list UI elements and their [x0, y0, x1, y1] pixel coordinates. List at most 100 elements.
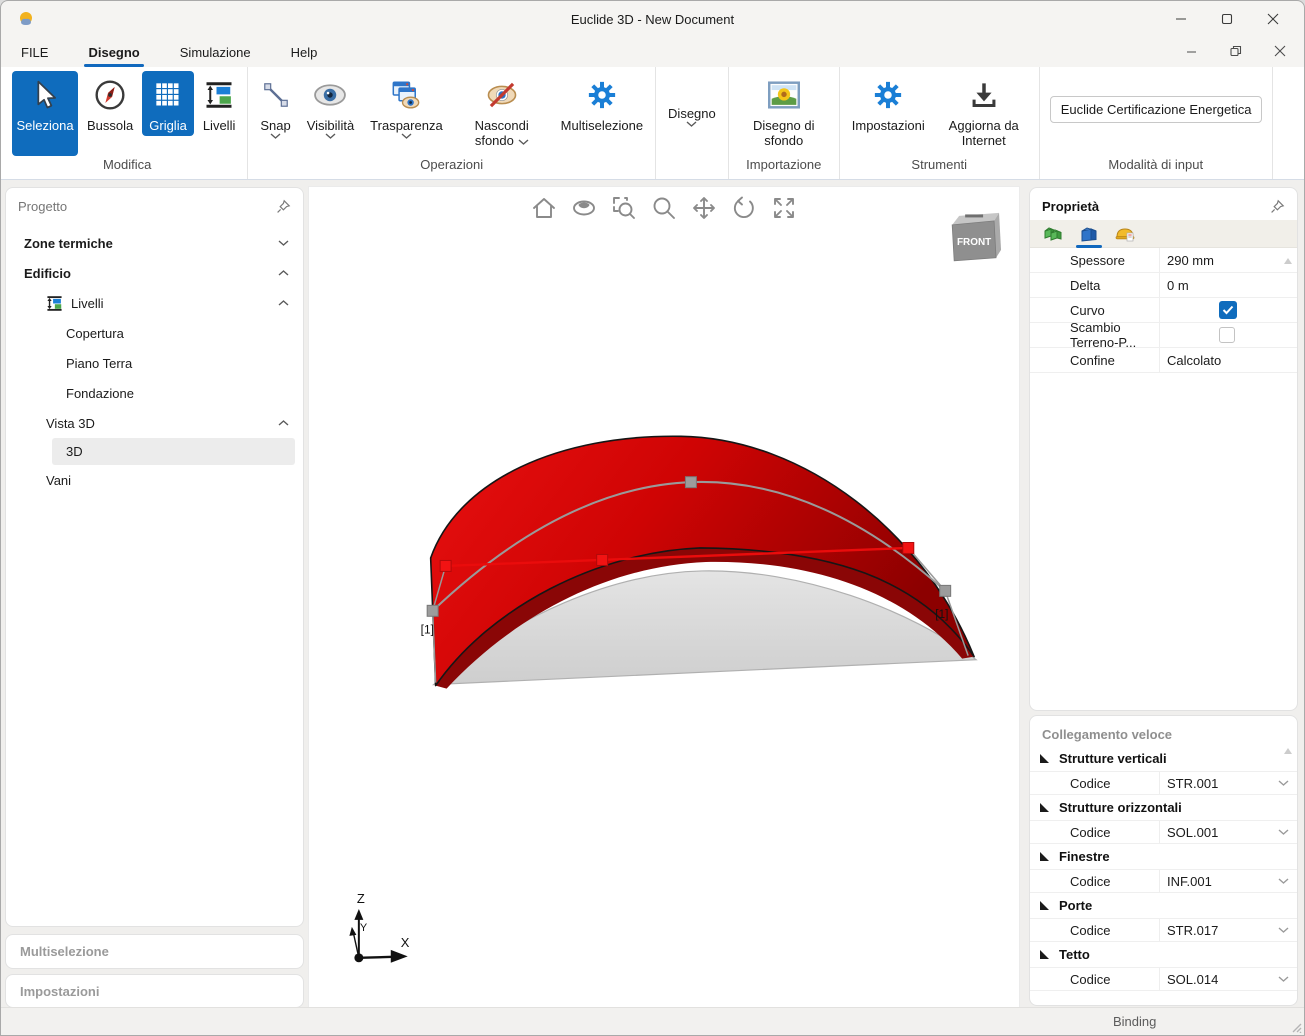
tree-item-livelli[interactable]: Livelli: [6, 288, 303, 318]
ribbon-group-strumenti: Impostazioni Aggiorna da Internet Strume…: [840, 67, 1040, 179]
tab-geometry[interactable]: [1076, 221, 1102, 247]
section-strutture-orizzontali[interactable]: Strutture orizzontali: [1030, 795, 1297, 821]
menu-disegno[interactable]: Disegno: [86, 41, 141, 64]
section-strutture-verticali[interactable]: Strutture verticali: [1030, 746, 1297, 772]
status-bar: Binding: [1, 1007, 1304, 1035]
ribbon: Seleziona Bussola Griglia: [1, 67, 1304, 180]
codice-row: Codice INF.001: [1030, 870, 1297, 893]
zoom-button[interactable]: [650, 194, 678, 222]
impostazioni-panel[interactable]: Impostazioni: [5, 974, 304, 1008]
green-cubes-icon: [1042, 224, 1064, 244]
tab-construction[interactable]: [1112, 221, 1138, 247]
scambio-terreno-checkbox[interactable]: [1219, 327, 1235, 343]
tree-item-edificio[interactable]: Edificio: [6, 258, 303, 288]
chevron-up-icon: [278, 300, 289, 306]
hide-background-icon: [486, 81, 518, 109]
finestre-codice-value[interactable]: INF.001: [1167, 874, 1212, 889]
bussola-button[interactable]: Bussola: [80, 71, 140, 136]
chevron-down-icon[interactable]: [1278, 976, 1289, 982]
viewport-3d[interactable]: [1] [1] Z Y X: [308, 186, 1020, 1009]
impostazioni-button[interactable]: Impostazioni: [845, 71, 932, 136]
codice-row: Codice SOL.001: [1030, 821, 1297, 844]
minimize-button[interactable]: [1158, 1, 1204, 37]
section-finestre[interactable]: Finestre: [1030, 844, 1297, 870]
str-orizzontali-codice-value[interactable]: SOL.001: [1167, 825, 1218, 840]
multiselezione-button[interactable]: Multiselezione: [554, 71, 650, 136]
visibility-view-button[interactable]: [570, 194, 598, 222]
chevron-down-icon[interactable]: [1278, 829, 1289, 835]
inner-restore-button[interactable]: [1226, 41, 1246, 61]
properties-panel-title: Proprietà: [1042, 199, 1099, 214]
gray-handle-right[interactable]: [940, 585, 951, 596]
nascondi-sfondo-button[interactable]: Nascondi sfondo: [452, 71, 552, 151]
pin-icon[interactable]: [1270, 199, 1285, 214]
download-icon: [970, 81, 998, 109]
spessore-value[interactable]: 290 mm: [1160, 248, 1297, 272]
tree-item-3d[interactable]: 3D: [52, 438, 295, 465]
chevron-down-icon[interactable]: [1278, 927, 1289, 933]
snap-button[interactable]: Snap: [253, 71, 297, 142]
section-porte[interactable]: Porte: [1030, 893, 1297, 919]
menu-help[interactable]: Help: [289, 41, 320, 64]
chevron-down-icon: [518, 139, 529, 145]
tree-item-piano-terra[interactable]: Piano Terra: [6, 348, 303, 378]
inner-minimize-button[interactable]: [1182, 41, 1202, 61]
status-binding-label: Binding: [1113, 1014, 1156, 1029]
tab-structures[interactable]: [1040, 221, 1066, 247]
gray-handle-top[interactable]: [685, 477, 696, 488]
inner-close-button[interactable]: [1270, 41, 1290, 61]
aggiorna-internet-button[interactable]: Aggiorna da Internet: [934, 71, 1034, 151]
viewport-3d-scene[interactable]: [1] [1] Z Y X: [309, 187, 1019, 1008]
trasparenza-button[interactable]: Trasparenza: [363, 71, 450, 142]
livelli-button[interactable]: Livelli: [196, 71, 243, 136]
tetto-codice-value[interactable]: SOL.014: [1167, 972, 1218, 987]
gray-handle-left[interactable]: [427, 605, 438, 616]
pan-button[interactable]: [690, 194, 718, 222]
close-button[interactable]: [1250, 1, 1296, 37]
disegno-di-sfondo-button[interactable]: Disegno di sfondo: [734, 71, 834, 151]
str-verticali-codice-value[interactable]: STR.001: [1167, 776, 1218, 791]
chevron-down-icon[interactable]: [1278, 878, 1289, 884]
chevron-down-icon[interactable]: [1278, 780, 1289, 786]
section-tetto[interactable]: Tetto: [1030, 942, 1297, 968]
axis-triad: Z Y X: [349, 891, 409, 963]
levels-icon: [46, 295, 63, 312]
multiselezione-panel[interactable]: Multiselezione: [5, 934, 304, 969]
visibilita-button[interactable]: Visibilità: [300, 71, 361, 142]
main-area: Progetto Zone termiche Edificio Livelli …: [1, 180, 1304, 1007]
handle-label-left: [1]: [421, 623, 434, 637]
tree-item-vani[interactable]: Vani: [6, 465, 303, 495]
maximize-button[interactable]: [1204, 1, 1250, 37]
scrollbar-up-arrow[interactable]: [1284, 748, 1292, 754]
red-handle-mid[interactable]: [597, 554, 608, 565]
viewport-toolbar: [309, 194, 1019, 222]
input-mode-select[interactable]: Euclide Certificazione Energetica: [1050, 96, 1262, 123]
axis-label-x: X: [401, 935, 410, 950]
ribbon-group-modifica: Seleziona Bussola Griglia: [7, 67, 248, 179]
red-handle-left[interactable]: [440, 560, 451, 571]
axis-label-y: Y: [360, 922, 368, 934]
tree-item-copertura[interactable]: Copertura: [6, 318, 303, 348]
menu-file[interactable]: FILE: [19, 41, 50, 64]
ribbon-group-label: Operazioni: [252, 157, 651, 179]
inner-window-controls: [1182, 41, 1290, 61]
resize-grip[interactable]: [1290, 1021, 1302, 1033]
delta-value[interactable]: 0 m: [1160, 273, 1297, 297]
curvo-checkbox[interactable]: [1219, 301, 1237, 319]
tree-item-fondazione[interactable]: Fondazione: [6, 378, 303, 408]
confine-value[interactable]: Calcolato: [1160, 348, 1297, 372]
disegno-dropdown-button[interactable]: Disegno: [661, 71, 723, 156]
tree-item-vista-3d[interactable]: Vista 3D: [6, 408, 303, 438]
rotate-view-button[interactable]: [730, 194, 758, 222]
porte-codice-value[interactable]: STR.017: [1167, 923, 1218, 938]
home-view-button[interactable]: [530, 194, 558, 222]
fullscreen-button[interactable]: [770, 194, 798, 222]
zoom-window-button[interactable]: [610, 194, 638, 222]
expanded-triangle-icon: [1040, 901, 1049, 910]
menu-simulazione[interactable]: Simulazione: [178, 41, 253, 64]
tree-item-zone-termiche[interactable]: Zone termiche: [6, 228, 303, 258]
pin-icon[interactable]: [276, 199, 291, 214]
seleziona-button[interactable]: Seleziona: [12, 71, 78, 156]
red-handle-right[interactable]: [903, 542, 914, 553]
griglia-button[interactable]: Griglia: [142, 71, 194, 136]
